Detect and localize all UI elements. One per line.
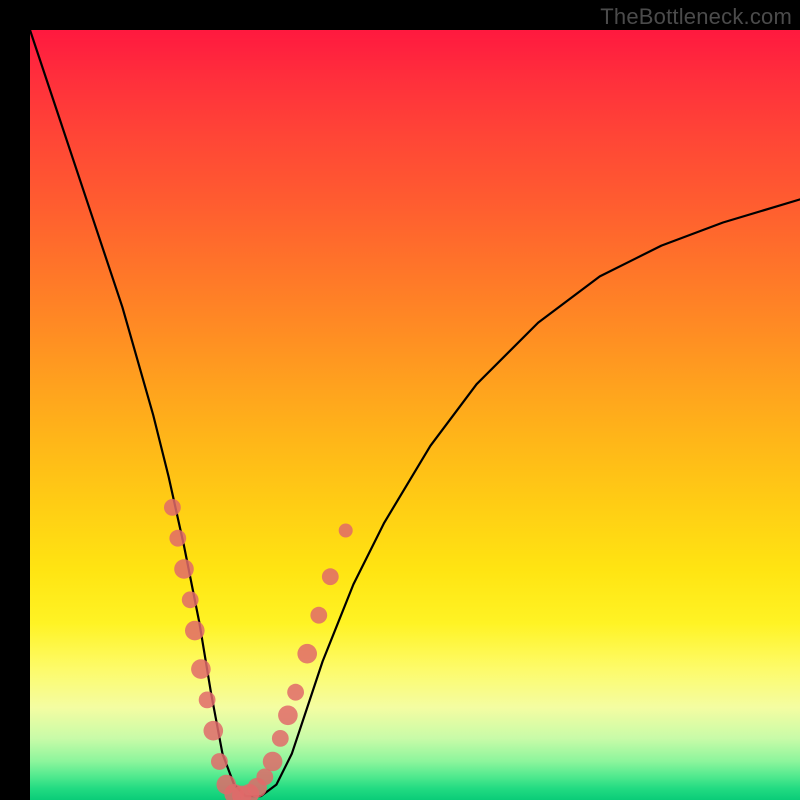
data-point	[182, 591, 199, 608]
data-point	[199, 692, 216, 709]
data-point	[322, 568, 339, 585]
watermark-text: TheBottleneck.com	[600, 4, 792, 30]
data-point	[174, 559, 194, 579]
data-point	[297, 644, 317, 664]
data-point	[278, 706, 298, 726]
chart-svg	[30, 30, 800, 800]
data-point	[339, 524, 353, 538]
data-point	[310, 607, 327, 624]
data-point	[169, 530, 186, 547]
curve-group	[30, 30, 800, 796]
data-point	[211, 753, 228, 770]
data-point	[204, 721, 224, 741]
chart-frame: TheBottleneck.com	[0, 0, 800, 800]
plot-area	[30, 30, 800, 800]
data-point	[263, 752, 283, 772]
data-point	[191, 659, 211, 679]
dots-group	[164, 499, 353, 800]
bottleneck-curve	[30, 30, 800, 796]
data-point	[164, 499, 181, 516]
data-point	[272, 730, 289, 747]
data-point	[185, 621, 205, 641]
data-point	[287, 684, 304, 701]
